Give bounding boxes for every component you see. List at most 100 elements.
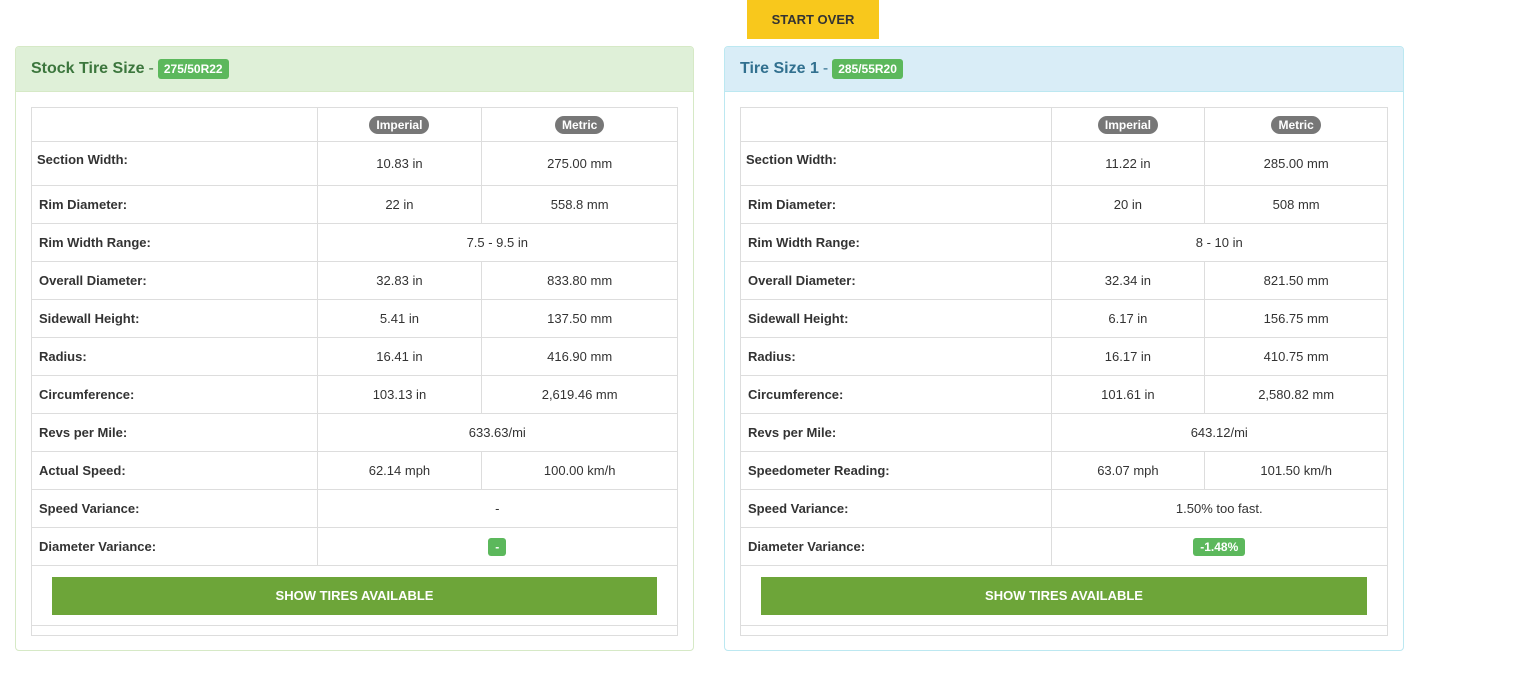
table-header-row: Imperial Metric <box>740 107 1388 142</box>
tire-size-1-label: 285/55R20 <box>832 59 903 79</box>
table-row: Diameter Variance: - <box>31 527 679 566</box>
imperial-value: 32.83 in <box>316 261 483 300</box>
imperial-value: 63.07 mph <box>1050 451 1206 490</box>
button-row: SHOW TIRES AVAILABLE <box>740 565 1388 626</box>
metric-value: 101.50 km/h <box>1204 451 1388 490</box>
metric-value: 821.50 mm <box>1204 261 1388 300</box>
table-row: Sidewall Height: 5.41 in 137.50 mm <box>31 299 678 338</box>
imperial-value: 22 in <box>316 185 483 224</box>
row-label: Diameter Variance: <box>740 527 1052 566</box>
row-label: Radius: <box>740 337 1052 376</box>
imperial-value: 20 in <box>1050 185 1206 224</box>
row-label: Rim Width Range: <box>740 223 1052 262</box>
combined-value: - <box>316 527 679 566</box>
spacer-row <box>31 625 678 636</box>
row-label: Speed Variance: <box>31 489 318 528</box>
combined-value: 8 - 10 in <box>1050 223 1389 262</box>
button-cell: SHOW TIRES AVAILABLE <box>740 565 1388 626</box>
empty-header-cell <box>31 107 318 142</box>
metric-value: 833.80 mm <box>481 261 678 300</box>
table-row: Speed Variance: 1.50% too fast. <box>740 489 1389 528</box>
row-label: Circumference: <box>31 375 318 414</box>
metric-value: 275.00 mm <box>481 141 678 186</box>
combined-value: -1.48% <box>1050 527 1389 566</box>
imperial-value: 6.17 in <box>1050 299 1206 338</box>
imperial-value: 10.83 in <box>316 141 483 186</box>
table-row: Actual Speed: 62.14 mph 100.00 km/h <box>31 451 678 490</box>
metric-header: Metric <box>1204 107 1388 142</box>
row-label: Actual Speed: <box>31 451 318 490</box>
tire-size-1-heading: Tire Size 1 - 285/55R20 <box>725 47 1403 92</box>
diameter-variance-badge: - <box>488 537 507 556</box>
row-label: Speedometer Reading: <box>740 451 1052 490</box>
imperial-value: 32.34 in <box>1050 261 1206 300</box>
stock-tire-size-label: 275/50R22 <box>157 59 229 79</box>
row-label: Overall Diameter: <box>31 261 318 300</box>
imperial-pill: Imperial <box>1097 115 1158 134</box>
metric-pill: Metric <box>1271 115 1321 134</box>
table-row: Revs per Mile: 633.63/mi <box>31 413 679 452</box>
table-row: Circumference: 103.13 in 2,619.46 mm <box>31 375 678 414</box>
imperial-value: 11.22 in <box>1050 141 1206 186</box>
imperial-value: 103.13 in <box>316 375 483 414</box>
stock-tire-table: Imperial Metric Section Width: 10.83 in … <box>31 107 679 636</box>
spacer-row <box>740 625 1388 636</box>
combined-value: 7.5 - 9.5 in <box>316 223 679 262</box>
metric-value: 410.75 mm <box>1204 337 1388 376</box>
combined-value: 1.50% too fast. <box>1050 489 1389 528</box>
table-header-row: Imperial Metric <box>31 107 678 142</box>
start-over-button[interactable]: START OVER <box>747 0 879 39</box>
button-cell: SHOW TIRES AVAILABLE <box>31 565 678 626</box>
show-tires-button[interactable]: SHOW TIRES AVAILABLE <box>52 576 657 615</box>
stock-tire-title: Stock Tire Size <box>31 60 145 77</box>
imperial-value: 101.61 in <box>1050 375 1206 414</box>
metric-value: 508 mm <box>1204 185 1388 224</box>
table-row: Speed Variance: - <box>31 489 679 528</box>
row-label: Section Width: <box>740 141 1052 186</box>
table-row: Overall Diameter: 32.34 in 821.50 mm <box>740 261 1388 300</box>
imperial-pill: Imperial <box>369 115 430 134</box>
stock-tire-body: Imperial Metric Section Width: 10.83 in … <box>31 107 679 636</box>
metric-value: 2,619.46 mm <box>481 375 678 414</box>
spacer-cell <box>31 625 678 636</box>
metric-value: 156.75 mm <box>1204 299 1388 338</box>
row-label: Rim Diameter: <box>740 185 1052 224</box>
imperial-value: 5.41 in <box>316 299 483 338</box>
heading-separator: - <box>148 60 154 77</box>
row-label: Radius: <box>31 337 318 376</box>
row-label: Rim Diameter: <box>31 185 318 224</box>
tire-size-1-panel: Tire Size 1 - 285/55R20 Imperial Metric … <box>724 46 1404 651</box>
table-row: Diameter Variance: -1.48% <box>740 527 1389 566</box>
tire-size-1-body: Imperial Metric Section Width: 11.22 in … <box>740 107 1389 636</box>
table-row: Rim Width Range: 8 - 10 in <box>740 223 1389 262</box>
row-label: Sidewall Height: <box>31 299 318 338</box>
table-row: Section Width: 11.22 in 285.00 mm <box>740 141 1388 186</box>
row-label: Rim Width Range: <box>31 223 318 262</box>
row-label: Sidewall Height: <box>740 299 1052 338</box>
show-tires-button[interactable]: SHOW TIRES AVAILABLE <box>761 576 1367 615</box>
row-label: Speed Variance: <box>740 489 1052 528</box>
row-label: Diameter Variance: <box>31 527 318 566</box>
imperial-value: 16.17 in <box>1050 337 1206 376</box>
table-row: Rim Width Range: 7.5 - 9.5 in <box>31 223 679 262</box>
imperial-value: 16.41 in <box>316 337 483 376</box>
table-row: Section Width: 10.83 in 275.00 mm <box>31 141 678 186</box>
table-row: Rim Diameter: 22 in 558.8 mm <box>31 185 678 224</box>
imperial-value: 62.14 mph <box>316 451 483 490</box>
table-row: Speedometer Reading: 63.07 mph 101.50 km… <box>740 451 1388 490</box>
table-row: Rim Diameter: 20 in 508 mm <box>740 185 1388 224</box>
heading-separator: - <box>822 60 829 77</box>
stock-tire-heading: Stock Tire Size - 275/50R22 <box>16 47 693 92</box>
tire-size-1-title: Tire Size 1 <box>740 60 819 77</box>
metric-value: 416.90 mm <box>481 337 678 376</box>
table-row: Sidewall Height: 6.17 in 156.75 mm <box>740 299 1388 338</box>
row-label: Revs per Mile: <box>31 413 318 452</box>
table-row: Radius: 16.41 in 416.90 mm <box>31 337 678 376</box>
table-row: Circumference: 101.61 in 2,580.82 mm <box>740 375 1388 414</box>
row-label: Circumference: <box>740 375 1052 414</box>
tire-size-1-table: Imperial Metric Section Width: 11.22 in … <box>740 107 1389 636</box>
combined-value: 643.12/mi <box>1050 413 1389 452</box>
metric-value: 100.00 km/h <box>481 451 678 490</box>
metric-pill: Metric <box>554 115 605 134</box>
metric-value: 137.50 mm <box>481 299 678 338</box>
